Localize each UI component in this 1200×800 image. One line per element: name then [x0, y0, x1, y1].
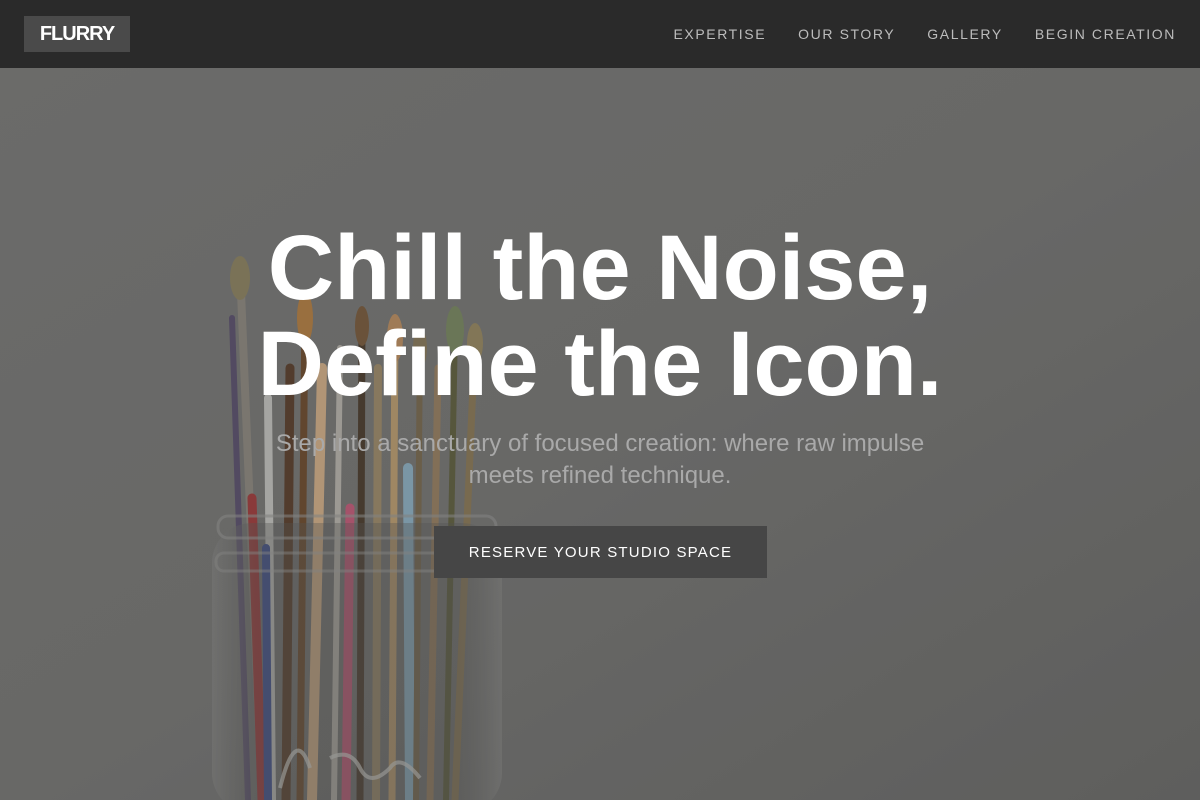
nav-link-gallery[interactable]: GALLERY: [927, 26, 1003, 42]
landing-page: FLURRY EXPERTISE OUR STORY GALLERY BEGIN…: [0, 0, 1200, 800]
main-nav: EXPERTISE OUR STORY GALLERY BEGIN CREATI…: [673, 0, 1176, 68]
hero-subtitle: Step into a sanctuary of focused creatio…: [275, 430, 925, 489]
nav-link-begin-creation[interactable]: BEGIN CREATION: [1035, 26, 1176, 42]
hero-content: Chill the Noise, Define the Icon. Step i…: [0, 68, 1200, 800]
nav-link-our-story[interactable]: OUR STORY: [798, 26, 895, 42]
nav-link-expertise[interactable]: EXPERTISE: [673, 26, 766, 42]
hero-title: Chill the Noise, Define the Icon.: [0, 220, 1200, 412]
reserve-studio-button[interactable]: RESERVE YOUR STUDIO SPACE: [434, 526, 767, 578]
brand-logo[interactable]: FLURRY: [24, 16, 130, 52]
top-navbar: FLURRY EXPERTISE OUR STORY GALLERY BEGIN…: [0, 0, 1200, 68]
hero-title-line-2: Define the Icon.: [257, 313, 943, 415]
hero-title-line-1: Chill the Noise,: [267, 217, 933, 319]
